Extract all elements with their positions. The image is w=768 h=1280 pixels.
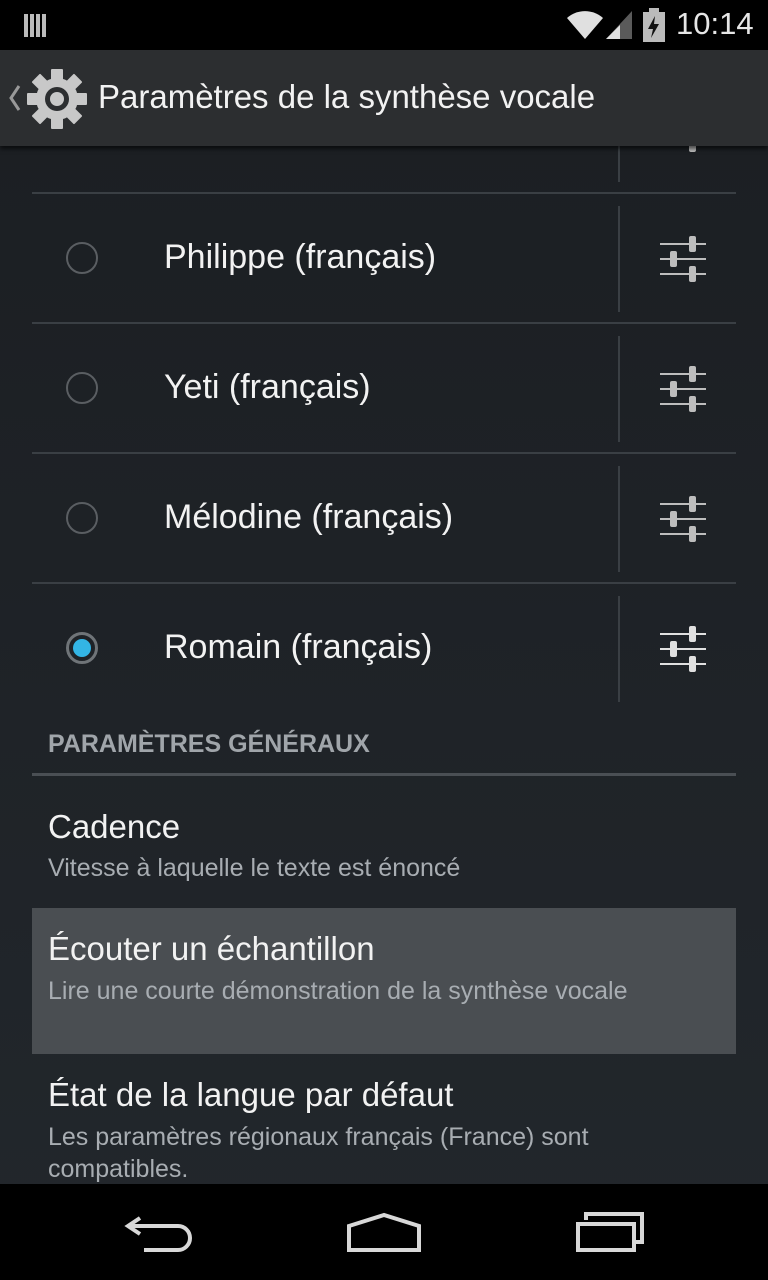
voice-radio[interactable]: [66, 372, 98, 404]
voice-row[interactable]: Yeti (français): [32, 324, 736, 454]
row-separator: [618, 466, 620, 572]
home-icon[interactable]: [346, 1212, 422, 1254]
row-separator: [618, 146, 620, 182]
pref-summary: Lire une courte démonstration de la synt…: [48, 977, 628, 1005]
battery-charging-icon: [643, 8, 665, 42]
voice-settings-icon[interactable]: [658, 364, 708, 414]
page-title: Paramètres de la synthèse vocale: [98, 78, 596, 115]
action-bar[interactable]: Paramètres de la synthèse vocale: [0, 50, 768, 146]
voice-row[interactable]: Mélodine (français): [32, 454, 736, 584]
voice-label: Mélodine (français): [164, 498, 454, 536]
voice-radio[interactable]: [66, 502, 98, 534]
row-separator: [618, 336, 620, 442]
voice-settings-icon[interactable]: [658, 624, 708, 674]
voice-settings-icon[interactable]: [658, 146, 708, 154]
pref-title: État de la langue par défaut: [48, 1076, 454, 1113]
voice-row-selected[interactable]: Romain (français): [32, 584, 736, 714]
section-header: PARAMÈTRES GÉNÉRAUX: [48, 730, 370, 758]
back-icon[interactable]: [124, 1212, 196, 1254]
voice-row[interactable]: Philippe (français): [32, 194, 736, 324]
voice-row-partial[interactable]: [32, 146, 736, 194]
voice-settings-icon[interactable]: [658, 234, 708, 284]
screen: 10:14 Paramètres de la synthèse vocale P…: [0, 0, 768, 1280]
pref-default-language-status[interactable]: État de la langue par défaut Les paramèt…: [32, 1054, 736, 1184]
pref-summary: Les paramètres régionaux français (Franc…: [48, 1123, 589, 1183]
status-clock: 10:14: [676, 6, 754, 41]
wifi-icon: [567, 11, 603, 39]
notification-icon: [24, 14, 46, 37]
recent-apps-icon[interactable]: [574, 1212, 646, 1254]
row-separator: [618, 206, 620, 312]
voice-label: Romain (français): [164, 628, 433, 666]
voice-label: Yeti (français): [164, 368, 371, 406]
pref-speech-rate[interactable]: Cadence Vitesse à laquelle le texte est …: [32, 776, 736, 908]
back-caret-icon[interactable]: [8, 84, 22, 112]
nav-bar: [0, 1184, 768, 1280]
voice-settings-icon[interactable]: [658, 494, 708, 544]
pref-title: Écouter un échantillon: [48, 930, 375, 967]
cell-signal-icon: [606, 11, 632, 39]
settings-gear-icon[interactable]: [26, 68, 88, 130]
settings-list[interactable]: Philippe (français) Yeti (français) Mélo…: [0, 146, 768, 1184]
voice-radio[interactable]: [66, 242, 98, 274]
pref-listen-example[interactable]: Écouter un échantillon Lire une courte d…: [32, 908, 736, 1054]
voice-radio-checked[interactable]: [66, 632, 98, 664]
voice-label: Philippe (français): [164, 238, 437, 276]
row-separator: [618, 596, 620, 702]
pref-title: Cadence: [48, 808, 181, 845]
status-bar: 10:14: [0, 0, 768, 50]
pref-summary: Vitesse à laquelle le texte est énoncé: [48, 854, 461, 882]
